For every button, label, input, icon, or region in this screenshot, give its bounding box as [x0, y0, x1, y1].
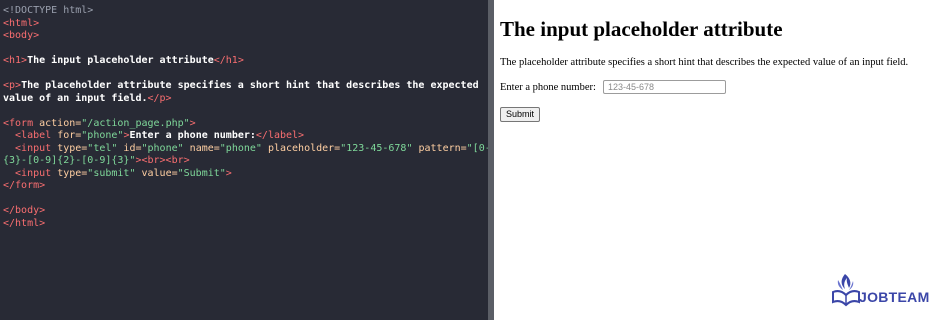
- code-token: placeholder=: [261, 142, 341, 154]
- code-token: >: [189, 117, 196, 129]
- code-token: pattern=: [412, 142, 467, 154]
- code-line: value of an input field.</p>: [3, 93, 488, 106]
- code-editor[interactable]: <!DOCTYPE html> <html> <body> <h1>The inpu…: [0, 0, 488, 320]
- code-line: <input type="tel" id="phone" name="phone…: [3, 143, 488, 156]
- code-line: <html>: [3, 18, 488, 31]
- code-token: <h1>: [3, 55, 28, 66]
- code-token: "submit": [87, 167, 136, 179]
- code-token: <input: [3, 167, 58, 179]
- code-token: </form>: [3, 180, 46, 191]
- phone-input[interactable]: [603, 80, 726, 94]
- code-token: The input placeholder attribute: [27, 55, 214, 66]
- code-line: <input type="submit" value="Submit">: [3, 168, 488, 181]
- code-token: </p>: [147, 92, 172, 104]
- submit-button[interactable]: Submit: [500, 107, 541, 122]
- code-line: <body>: [3, 30, 488, 43]
- code-line: <label for="phone">Enter a phone number:…: [3, 130, 488, 143]
- description-paragraph: The placeholder attribute specifies a sh…: [500, 57, 909, 68]
- code-line: <h1>The input placeholder attribute</h1>: [3, 55, 488, 68]
- code-token: </html>: [3, 217, 46, 229]
- code-token: "phone": [219, 142, 262, 154]
- code-token: <input: [3, 142, 58, 154]
- code-line: <!DOCTYPE html>: [3, 5, 488, 18]
- code-token: <p>: [3, 80, 22, 91]
- code-line: {3}-[0-9]{2}-[0-9]{3}"><br><br>: [3, 155, 488, 168]
- code-token: </label>: [255, 130, 305, 141]
- code-token: </h1>: [213, 55, 244, 66]
- code-token: <!DOCTYPE html>: [3, 5, 94, 16]
- code-token: "123-45-678": [340, 142, 413, 154]
- code-token: <form: [3, 117, 40, 129]
- code-token: <body>: [3, 30, 40, 41]
- logo-text: JOBTEAM: [859, 289, 930, 305]
- open-book-flame-icon: [832, 274, 860, 307]
- page-heading: The input placeholder attribute: [500, 17, 783, 41]
- code-line: </form>: [3, 180, 488, 193]
- code-token: </body>: [3, 205, 46, 216]
- code-token: <label: [3, 130, 58, 141]
- code-token: for=: [57, 130, 82, 141]
- code-token: type=: [57, 167, 88, 179]
- code-token: "tel": [87, 142, 118, 154]
- code-token: "phone": [81, 130, 124, 141]
- code-line: <form action="/action_page.php">: [3, 118, 488, 131]
- code-token: "Submit": [177, 167, 226, 179]
- code-token: <html>: [3, 17, 40, 29]
- code-token: Enter a phone number:: [129, 130, 256, 141]
- code-token: name=: [183, 142, 220, 154]
- code-token: action=: [39, 117, 82, 129]
- code-token: value of an input field.: [3, 92, 148, 104]
- code-line: </html>: [3, 218, 488, 231]
- code-token: The placeholder attribute specifies a sh…: [21, 80, 479, 91]
- code-token: ><br><br>: [135, 155, 190, 166]
- code-token: >: [225, 167, 232, 179]
- code-token: id=: [117, 142, 142, 154]
- code-token: value=: [135, 167, 178, 179]
- code-line: <p>The placeholder attribute specifies a…: [3, 80, 488, 93]
- jobteam-logo: JOBTEAM: [832, 272, 932, 308]
- code-line: </body>: [3, 205, 488, 218]
- phone-label[interactable]: Enter a phone number:: [500, 82, 596, 93]
- code-token: "[0-9]: [466, 142, 488, 154]
- code-token: "/action_page.php": [81, 117, 190, 129]
- code-token: {3}-[0-9]{2}-[0-9]{3}": [3, 155, 136, 166]
- code-token: "phone": [141, 142, 184, 154]
- code-token: type=: [57, 142, 88, 154]
